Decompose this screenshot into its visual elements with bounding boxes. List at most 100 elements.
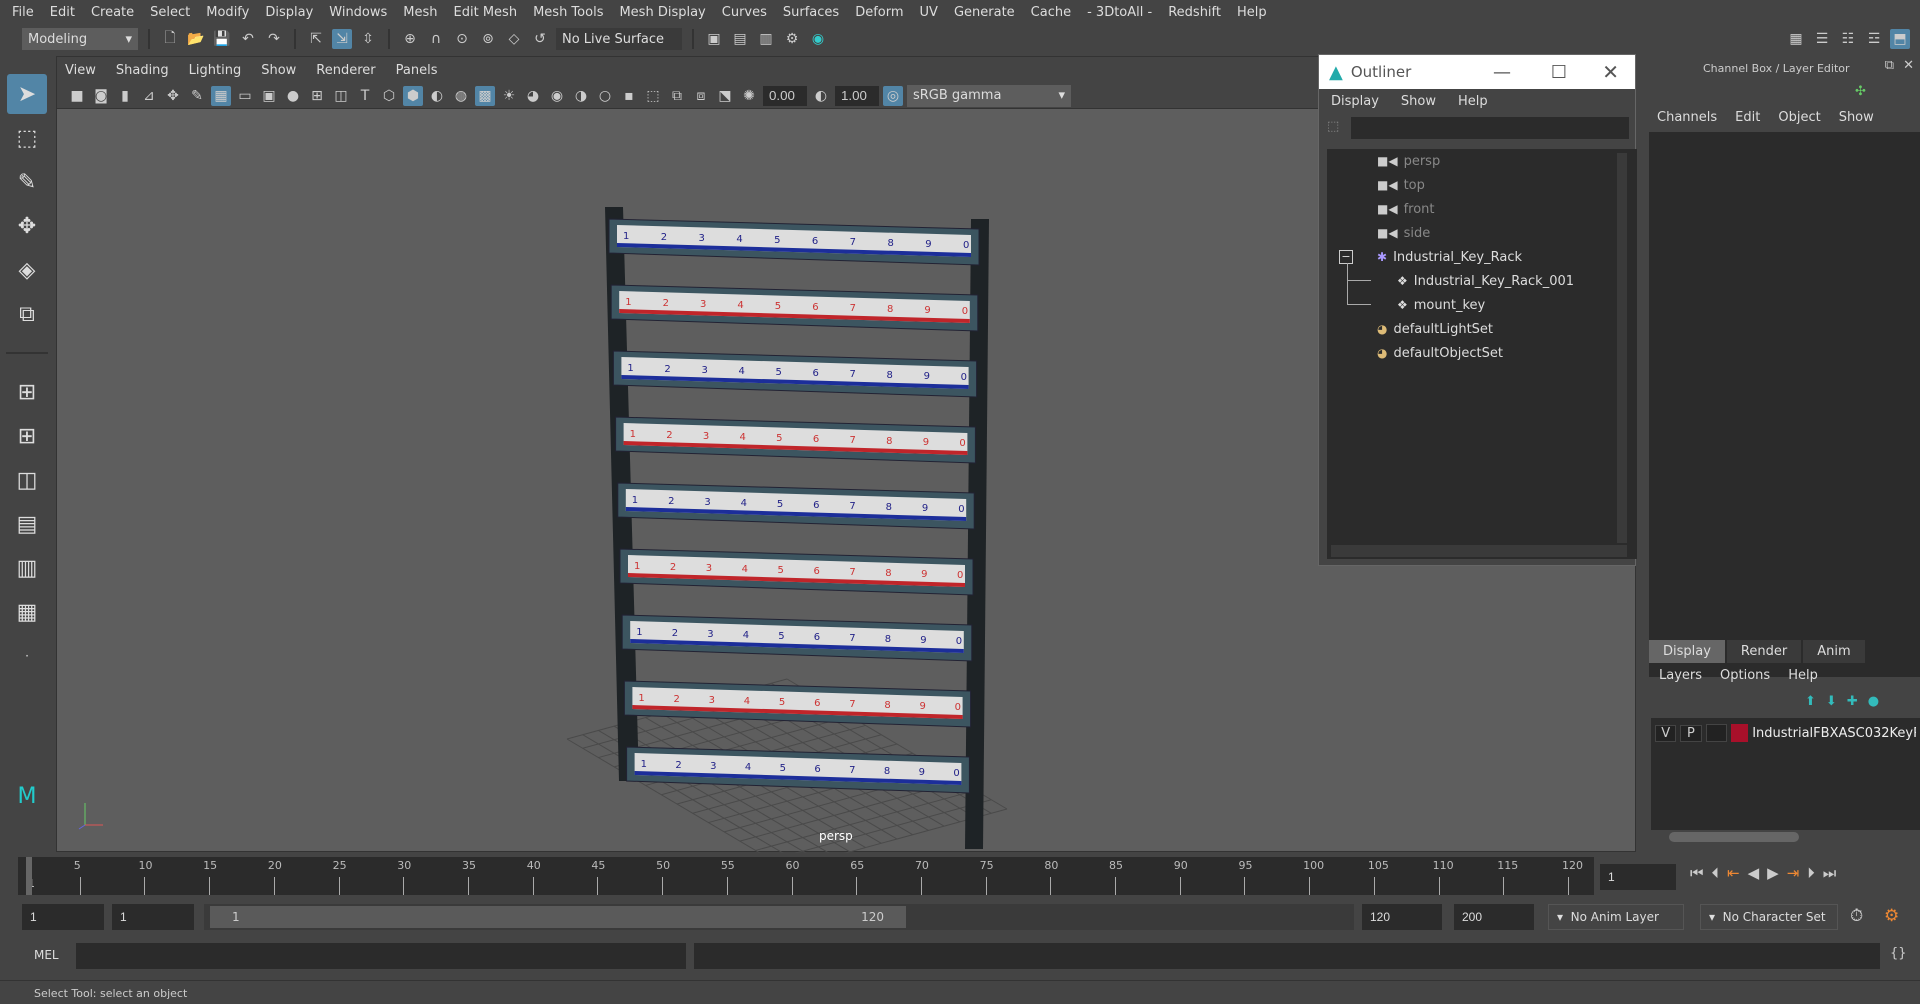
hypershade-layout-icon[interactable]: ▦ (7, 592, 47, 632)
shadows-icon[interactable]: ◕ (523, 86, 543, 106)
gate-mask-icon[interactable]: ● (283, 86, 303, 106)
attribute-editor-icon[interactable]: ☰ (1812, 29, 1832, 49)
select-hierarchy-icon[interactable]: ⇱ (306, 29, 326, 49)
field-chart-icon[interactable]: ⊞ (307, 86, 327, 106)
layer-row[interactable]: V P IndustrialFBXASC032KeyR (1651, 718, 1920, 748)
filter-icon[interactable]: ⬚ (1327, 119, 1339, 134)
menu-edit[interactable]: Edit (50, 5, 75, 20)
menu-cache[interactable]: Cache (1031, 5, 1071, 20)
outliner-item[interactable]: − ✱ Industrial_Key_Rack (1327, 245, 1637, 269)
depth-of-field-icon[interactable]: ▪ (619, 86, 639, 106)
menu-deform[interactable]: Deform (855, 5, 903, 20)
playback-toggle[interactable]: P (1680, 724, 1702, 742)
scale-tool-icon[interactable]: ⧉ (7, 294, 47, 334)
grease-pencil-icon[interactable]: ✎ (187, 86, 207, 106)
step-back-key-icon[interactable]: ⇤ (1727, 864, 1740, 882)
preferences-icon[interactable]: ⚙ (1884, 906, 1899, 926)
single-pane-layout-icon[interactable]: ⊞ (7, 372, 47, 412)
manipulator-icon[interactable]: ✣ (1855, 84, 1866, 99)
redo-icon[interactable]: ↷ (264, 29, 284, 49)
playback-end-field[interactable] (1362, 904, 1442, 930)
menu-mesh-tools[interactable]: Mesh Tools (533, 5, 603, 20)
viewport-menu-lighting[interactable]: Lighting (189, 63, 242, 78)
close-icon[interactable]: ✕ (1602, 60, 1619, 84)
smooth-shade-icon[interactable]: ⬢ (403, 85, 423, 106)
wireframe-icon[interactable]: ⬡ (379, 86, 399, 106)
xray-components-icon[interactable]: ⬔ (715, 86, 735, 106)
command-input[interactable] (76, 943, 686, 969)
current-frame-field[interactable] (1600, 864, 1676, 890)
paint-select-icon[interactable]: ✎ (7, 162, 47, 202)
time-slider[interactable]: 1510152025303540455055606570758085909510… (18, 857, 1594, 895)
outliner-item[interactable]: ◕ defaultLightSet (1327, 317, 1637, 341)
horizontal-scrollbar[interactable] (1331, 545, 1627, 557)
layer-menu-options[interactable]: Options (1720, 668, 1770, 683)
channel-menu-channels[interactable]: Channels (1657, 110, 1717, 125)
viewport-menu-shading[interactable]: Shading (116, 63, 169, 78)
outliner-menu-display[interactable]: Display (1331, 94, 1379, 109)
play-forwards-icon[interactable]: ▶ (1767, 864, 1779, 882)
save-scene-icon[interactable]: 💾 (212, 29, 232, 49)
camera-select-icon[interactable]: ■ (67, 86, 87, 106)
expand-icon[interactable]: · (7, 636, 47, 676)
color-management-icon[interactable]: ◎ (883, 85, 903, 106)
outliner-item[interactable]: ■◀ side (1327, 221, 1637, 245)
character-set-dropdown[interactable]: ▾ No Character Set (1700, 904, 1838, 930)
step-forward-key-icon[interactable]: ⇥ (1787, 864, 1800, 882)
layer-menu-help[interactable]: Help (1788, 668, 1818, 683)
new-layer-selected-icon[interactable]: ● (1868, 694, 1879, 709)
select-tool-icon[interactable]: ➤ (7, 74, 47, 114)
xray-joints-icon[interactable]: ⧈ (691, 86, 711, 106)
menu-windows[interactable]: Windows (329, 5, 387, 20)
menu-create[interactable]: Create (91, 5, 134, 20)
minimize-icon[interactable]: — (1493, 62, 1511, 83)
current-time-indicator[interactable] (26, 857, 32, 895)
gamma-field[interactable] (835, 85, 879, 106)
outliner-menu-show[interactable]: Show (1401, 94, 1436, 109)
new-layer-icon[interactable]: ✚ (1847, 694, 1858, 709)
safe-title-icon[interactable]: T (355, 86, 375, 106)
snap-view-icon[interactable]: ⊚ (478, 29, 498, 49)
two-pane-layout-icon[interactable]: ◫ (7, 460, 47, 500)
snap-surface-icon[interactable]: ◇ (504, 29, 524, 49)
menu-uv[interactable]: UV (920, 5, 938, 20)
resolution-gate-icon[interactable]: ▣ (259, 86, 279, 106)
workspace-icon[interactable]: ⬒ (1890, 29, 1910, 49)
tool-settings-icon[interactable]: ☷ (1838, 29, 1858, 49)
layer-menu-layers[interactable]: Layers (1659, 668, 1702, 683)
live-surface-field[interactable]: No Live Surface (556, 28, 682, 50)
ipr-render-icon[interactable]: ▥ (756, 29, 776, 49)
menu-mesh[interactable]: Mesh (403, 5, 437, 20)
hypershade-icon[interactable]: ◉ (808, 29, 828, 49)
outliner-search-input[interactable] (1351, 117, 1629, 139)
select-object-icon[interactable]: ⇲ (332, 29, 352, 49)
outliner-item[interactable]: ■◀ front (1327, 197, 1637, 221)
tab-render[interactable]: Render (1726, 640, 1802, 663)
film-gate-icon[interactable]: ▭ (235, 86, 255, 106)
outliner-item[interactable]: ◕ defaultObjectSet (1327, 341, 1637, 365)
outliner-item[interactable]: ■◀ top (1327, 173, 1637, 197)
auto-key-icon[interactable]: ⏱ (1850, 906, 1863, 926)
xray-icon[interactable]: ⧉ (667, 86, 687, 106)
layer-scrollbar[interactable] (1669, 832, 1799, 842)
tab-display[interactable]: Display (1649, 640, 1725, 663)
visibility-toggle[interactable]: V (1655, 724, 1677, 742)
ambient-occlusion-icon[interactable]: ◉ (547, 86, 567, 106)
mode-dropdown[interactable]: Modeling ▾ (22, 28, 138, 50)
playback-start-field[interactable] (112, 904, 194, 930)
float-icon[interactable]: ⧉ (1885, 58, 1894, 73)
step-back-frame-icon[interactable]: ⏴ (1712, 864, 1720, 882)
undo-icon[interactable]: ↶ (238, 29, 258, 49)
outliner-item[interactable]: ■◀ persp (1327, 149, 1637, 173)
script-editor-icon[interactable]: {} (1890, 946, 1907, 961)
maximize-icon[interactable]: ☐ (1551, 62, 1567, 83)
menu-mesh-display[interactable]: Mesh Display (619, 5, 705, 20)
open-scene-icon[interactable]: 📂 (186, 29, 206, 49)
start-time-field[interactable] (22, 904, 104, 930)
snap-live-icon[interactable]: ↺ (530, 29, 550, 49)
range-slider[interactable]: 1 120 (210, 906, 906, 928)
default-material-icon[interactable]: ◐ (427, 86, 447, 106)
outliner-menu-help[interactable]: Help (1458, 94, 1488, 109)
menu-redshift[interactable]: Redshift (1168, 5, 1221, 20)
viewport-menu-show[interactable]: Show (261, 63, 296, 78)
